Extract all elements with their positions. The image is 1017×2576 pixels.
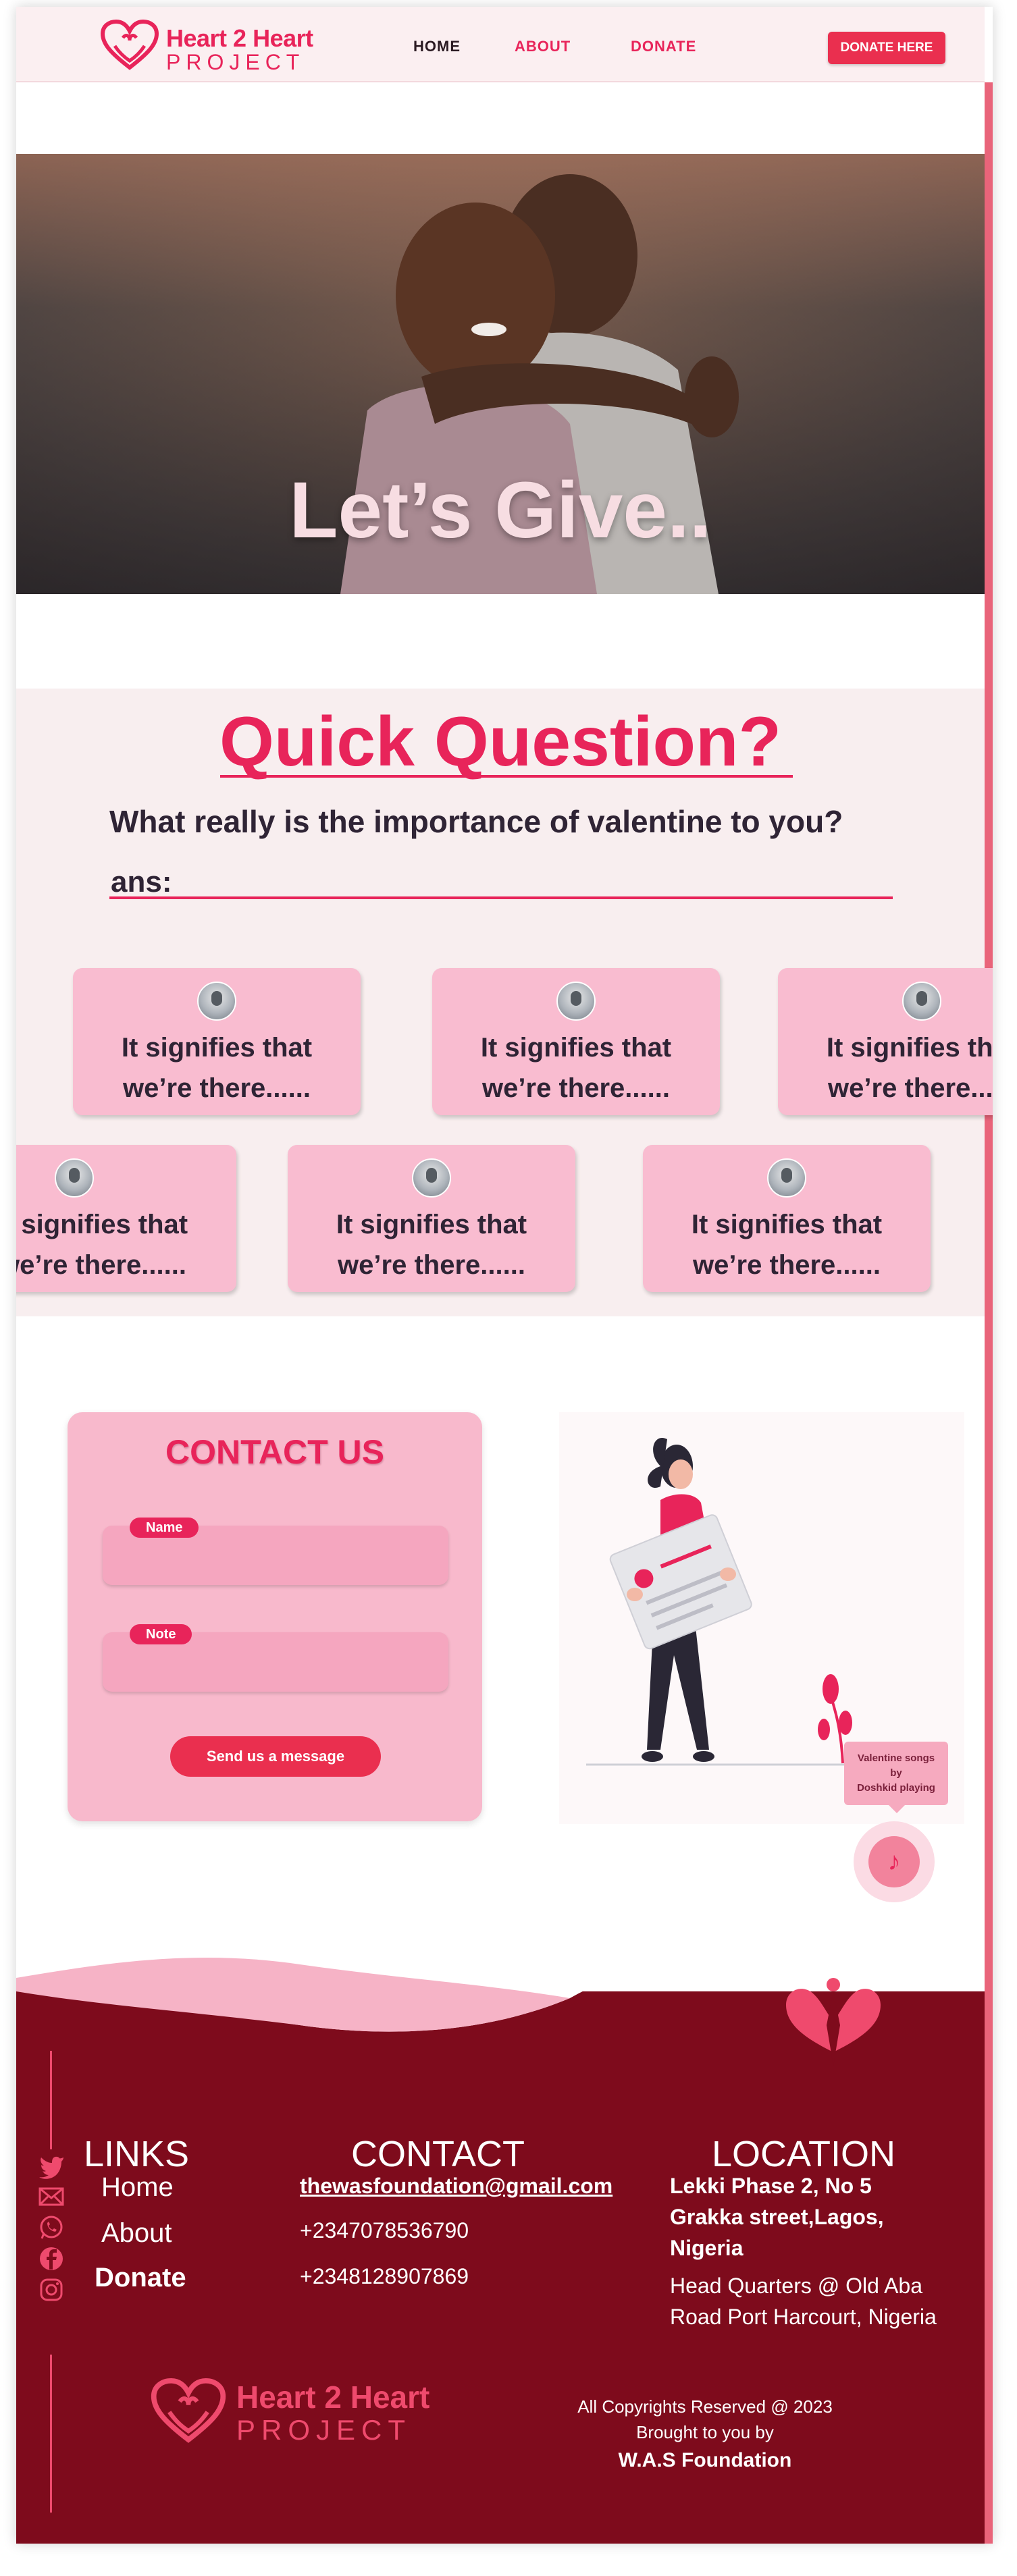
send-message-button[interactable]: Send us a message [170,1736,381,1777]
now-playing-line: Valentine songs [857,1752,935,1764]
now-playing-tag: Valentine songs by Doshkid playing [844,1742,948,1813]
copyright-text: All Copyrights Reserved @ 2023 [577,2396,833,2417]
hero-banner: Let’s Give.. [16,154,985,594]
nav-donate[interactable]: DONATE [631,38,696,55]
site-logo[interactable]: Heart 2 Heart PROJECT [99,19,342,76]
avatar [55,1158,94,1198]
footer-link-home[interactable]: Home [101,2172,174,2203]
hero-title: Let’s Give.. [289,466,712,555]
answer-card[interactable]: It signifies that we’re there...... [778,968,993,1115]
social-divider-top [50,2051,52,2149]
whatsapp-icon[interactable] [38,2214,65,2241]
logo-title: Heart 2 Heart [166,24,313,52]
footer-phone-2: +2348128907869 [300,2264,469,2288]
question-text: What really is the importance of valenti… [109,804,843,839]
name-label: Name [130,1518,199,1538]
address-line: Grakka street,Lagos, [670,2205,884,2229]
quick-question-section: Quick Question? What really is the impor… [16,689,993,1316]
answer-text: It signifies that we’re there...... [336,1210,527,1280]
email-icon[interactable] [38,2183,65,2210]
page: Heart 2 Heart PROJECT HOME ABOUT DONATE … [0,0,1017,2576]
answer-text: It signifies that we’re there...... [691,1210,883,1280]
contact-heading: CONTACT [351,2134,525,2174]
address-line: Lekki Phase 2, No 5 [670,2174,872,2198]
site-footer: LINKS Home About Donate CONTACT thewasfo… [16,1951,985,2544]
note-label: Note [130,1624,192,1644]
now-playing-line: by [890,1767,902,1779]
address-line: Nigeria [670,2236,744,2260]
footer-phone-1: +2347078536790 [300,2218,469,2243]
facebook-icon[interactable] [38,2245,65,2272]
brought-by-text: Brought to you by [636,2422,774,2442]
avatar [197,982,236,1021]
footer-logo-title: Heart 2 Heart [236,2380,430,2415]
answer-input[interactable] [109,896,893,899]
answer-card[interactable]: It signifies that we’re there...... [432,968,720,1115]
now-playing-line: Doshkid playing [857,1782,935,1794]
links-heading: LINKS [84,2134,190,2174]
hq-line: Head Quarters @ Old Aba [670,2274,922,2298]
answer-card[interactable]: It signifies that we’re there...... [643,1145,931,1292]
footer-link-about[interactable]: About [101,2218,172,2249]
avatar [412,1158,451,1198]
avatar [767,1158,806,1198]
answer-text: It signifies that we’re there...... [826,1033,993,1103]
answer-text: It signifies that we’re there...... [121,1033,313,1103]
instagram-icon[interactable] [38,2276,65,2303]
contact-form: CONTACT US Name Note Send us a message [68,1412,482,1821]
quick-question-title: Quick Question? [219,703,782,781]
footer-email-link[interactable]: thewasfoundation@gmail.com [300,2174,612,2199]
footer-logo-subtitle: PROJECT [236,2414,412,2446]
social-divider-bottom [50,2355,52,2513]
browser-frame: Heart 2 Heart PROJECT HOME ABOUT DONATE … [16,7,993,2544]
nav-home[interactable]: HOME [413,38,461,55]
music-play-button[interactable]: ♪ [854,1821,935,1902]
contact-title: CONTACT US [165,1433,385,1471]
twitter-icon[interactable] [38,2152,65,2179]
location-heading: LOCATION [712,2134,896,2174]
heart-hands-icon [151,2378,226,2443]
answer-card[interactable]: It signifies that we’re there...... [16,1145,236,1292]
music-note-icon: ♪ [868,1836,920,1887]
answer-text: It signifies that we’re there...... [16,1210,188,1280]
donate-here-button[interactable]: DONATE HERE [828,32,945,64]
nav-about[interactable]: ABOUT [515,38,571,55]
foundation-name: W.A.S Foundation [618,2449,792,2471]
avatar [556,982,596,1021]
answer-label: ans: [111,865,172,898]
site-header: Heart 2 Heart PROJECT HOME ABOUT DONATE … [16,7,985,82]
answer-card[interactable]: It signifies that we’re there...... [288,1145,575,1292]
logo-subtitle: PROJECT [166,50,305,74]
footer-link-donate[interactable]: Donate [95,2263,186,2293]
answer-card[interactable]: It signifies that we’re there...... [73,968,361,1115]
scrollbar-accent [985,82,993,2544]
answer-text: It signifies that we’re there...... [480,1033,672,1103]
title-underline [220,775,793,778]
hq-line: Road Port Harcourt, Nigeria [670,2305,937,2329]
avatar [902,982,941,1021]
footer-logo[interactable]: Heart 2 Heart PROJECT [149,2376,459,2450]
heart-hands-icon [100,19,159,70]
